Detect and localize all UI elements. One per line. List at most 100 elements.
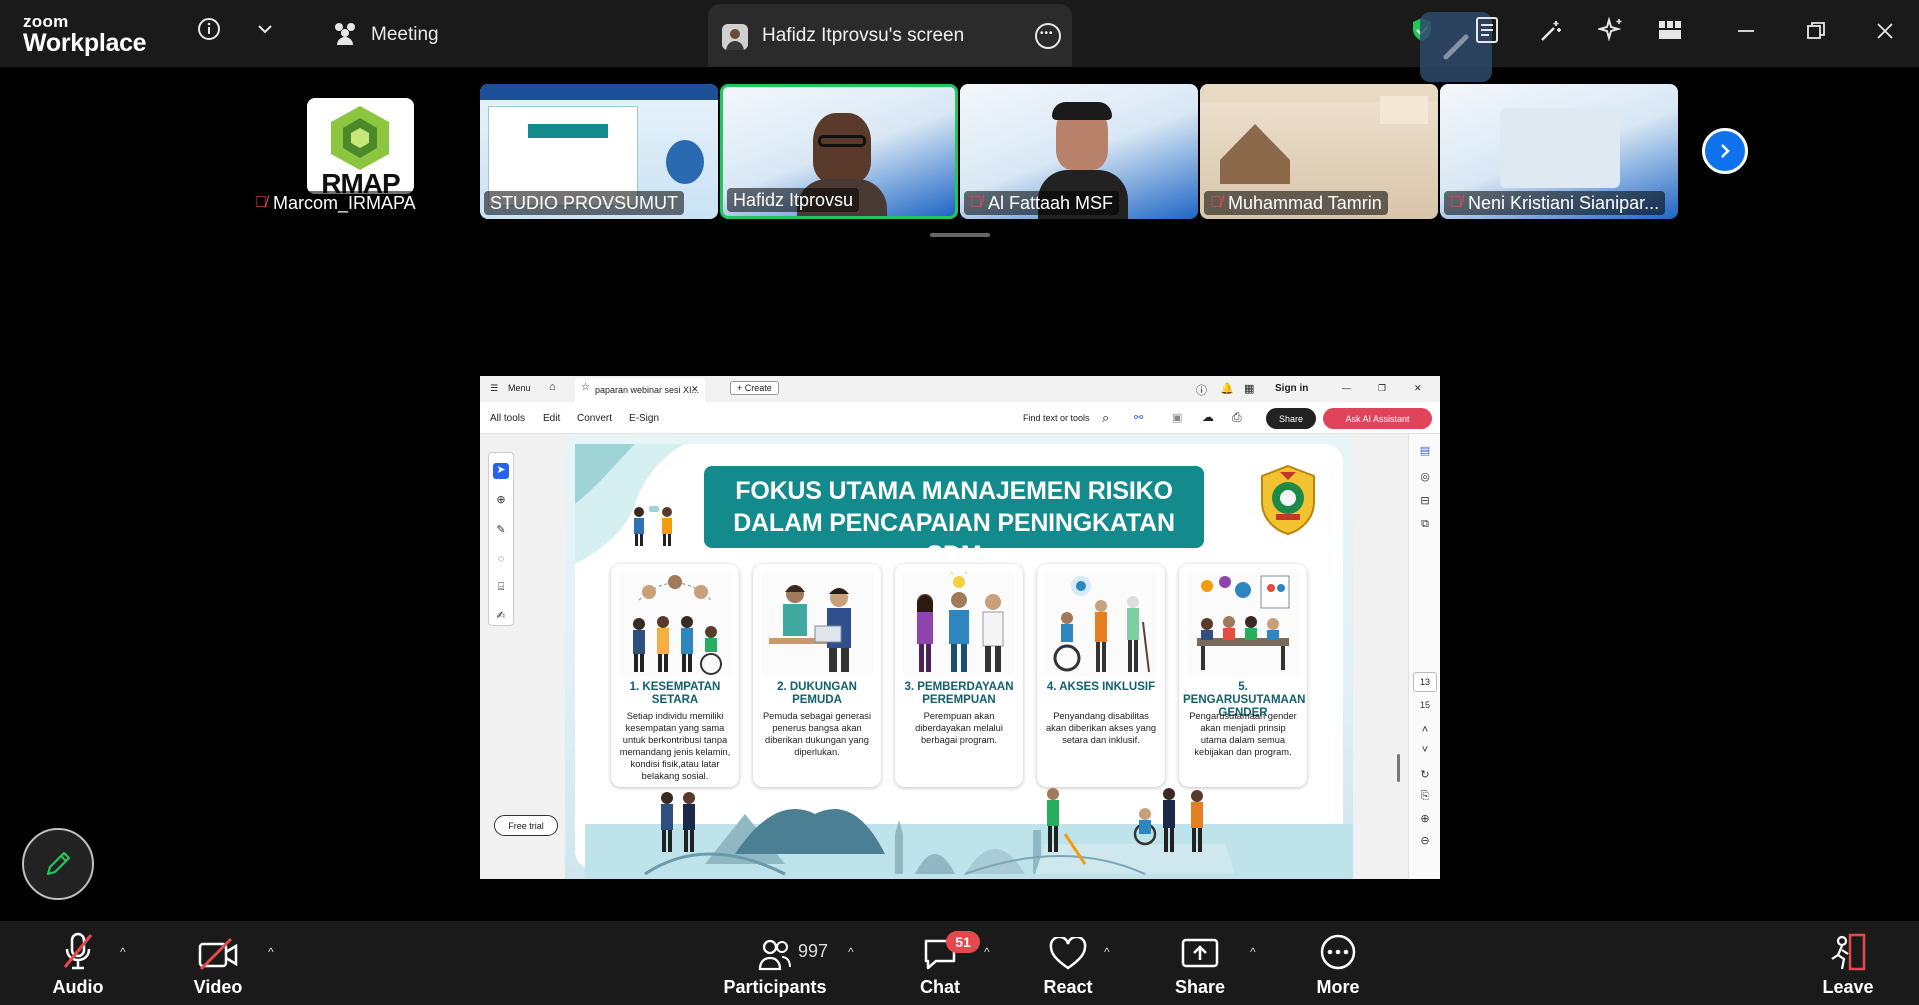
close-tab-icon[interactable]: ✕ — [691, 384, 699, 395]
lasso-icon[interactable]: ◌ — [493, 553, 509, 569]
women-empowerment-illustration-icon — [903, 572, 1015, 676]
filmstrip-resize-handle[interactable] — [930, 233, 990, 237]
slide-title: FOKUS UTAMA MANAJEMEN RISIKO DALAM PENCA… — [704, 466, 1204, 569]
create-button[interactable]: + Create — [730, 381, 779, 395]
equal-opportunity-illustration-icon — [619, 572, 731, 676]
chat-options-caret-icon[interactable]: ^ — [984, 945, 990, 959]
notes-icon[interactable] — [1474, 15, 1500, 45]
page-up-icon[interactable]: ˄ — [1417, 724, 1433, 736]
participant-tile-active-speaker[interactable]: Hafidz Itprovsu — [720, 84, 958, 219]
participant-tile[interactable]: STUDIO PROVSUMUT — [480, 84, 718, 219]
slide-title-line-1: FOKUS UTAMA MANAJEMEN RISIKO — [735, 477, 1173, 505]
page-down-icon[interactable]: ˅ — [1417, 744, 1433, 756]
share-options-caret-icon[interactable]: ^ — [1250, 945, 1256, 959]
pen-icon[interactable]: ✎ — [493, 523, 509, 539]
all-tools-menu[interactable]: All tools — [490, 413, 525, 424]
meeting-people-icon[interactable] — [330, 20, 360, 46]
hamburger-icon[interactable]: ☰ — [490, 383, 498, 394]
participant-name: STUDIO PROVSUMUT — [490, 192, 679, 213]
react-button[interactable]: React — [1036, 921, 1100, 1005]
shared-screen-content[interactable]: ☰ Menu ⌂ ☆ paparan webinar sesi XI... ✕ … — [480, 376, 1440, 879]
card-text: Perempuan akan diberdayakan melalui berb… — [915, 711, 1003, 745]
info-icon[interactable] — [196, 16, 222, 42]
participant-name-tag: 🎙̸ Neni Kristiani Sianipar... — [1444, 191, 1666, 215]
sign-icon[interactable]: ✍ — [493, 609, 509, 625]
close-icon[interactable] — [1874, 20, 1896, 42]
home-icon[interactable]: ⌂ — [549, 381, 556, 393]
search-icon[interactable]: ⌕ — [1102, 410, 1109, 426]
upload-cloud-icon[interactable]: ☁ — [1202, 410, 1214, 424]
annotate-button[interactable] — [22, 828, 94, 900]
extract-icon[interactable]: ⎘ — [1417, 790, 1433, 803]
youth-support-illustration-icon — [761, 572, 873, 676]
viewer-tab-bar: ☰ Menu ⌂ ☆ paparan webinar sesi XI... ✕ … — [480, 376, 1440, 402]
window-close-icon[interactable]: ✕ — [1414, 383, 1422, 394]
ask-ai-assistant-button[interactable]: Ask AI Assistant — [1323, 408, 1432, 429]
copy-pages-icon[interactable]: ⧉ — [1417, 518, 1433, 531]
participant-tile[interactable]: 🎙̸ Muhammad Tamrin — [1200, 84, 1438, 219]
shared-screen-pill[interactable]: Hafidz Itprovsu's screen — [708, 4, 1072, 67]
free-trial-button[interactable]: Free trial — [494, 815, 558, 836]
rotate-icon[interactable]: ↻ — [1417, 768, 1433, 781]
video-options-caret-icon[interactable]: ^ — [268, 945, 274, 959]
brand-line-2: Workplace — [23, 29, 147, 57]
card-text: Pengarusutamaan gender akan menjadi prin… — [1189, 711, 1297, 757]
minimize-icon[interactable] — [1735, 20, 1757, 42]
bell-icon[interactable]: 🔔 — [1220, 382, 1234, 395]
ai-summary-icon[interactable]: ▤ — [1417, 444, 1433, 457]
participants-icon — [758, 939, 791, 971]
window-minimize-icon[interactable]: — — [1342, 383, 1351, 393]
video-button[interactable]: Video — [186, 921, 250, 1005]
participants-label: Participants — [723, 977, 827, 997]
participants-button[interactable]: Participants — [720, 921, 830, 1005]
select-cursor-icon[interactable]: ➤ — [493, 463, 509, 479]
document-scrollbar[interactable] — [1397, 754, 1400, 782]
next-page-button[interactable] — [1702, 128, 1748, 174]
more-button[interactable]: More — [1306, 921, 1370, 1005]
apps-grid-icon[interactable]: ▦ — [1244, 382, 1254, 395]
comment-icon[interactable]: ⊕ — [493, 493, 509, 509]
share-document-button[interactable]: Share — [1266, 408, 1316, 429]
window-restore-icon[interactable]: ❐ — [1378, 383, 1386, 394]
meeting-label[interactable]: Meeting — [371, 24, 439, 46]
edit-menu[interactable]: Edit — [543, 413, 560, 424]
share-screen-button[interactable]: Share — [1168, 921, 1232, 1005]
chevron-down-icon[interactable] — [252, 16, 278, 42]
card-title: 4. AKSES INKLUSIF — [1046, 681, 1156, 693]
participant-tile[interactable]: 🎙̸ Neni Kristiani Sianipar... — [1440, 84, 1678, 219]
more-options-icon[interactable] — [1035, 23, 1061, 49]
ai-tools-icon[interactable]: ⚯ — [1134, 411, 1143, 424]
zoom-in-icon[interactable]: ⊕ — [1417, 812, 1433, 825]
participant-name: Marcom_IRMAPA — [273, 192, 416, 213]
magic-wand-icon[interactable] — [1538, 18, 1564, 44]
print-icon[interactable]: ⎙ — [1232, 410, 1242, 425]
bookmark-icon[interactable]: ⊟ — [1417, 494, 1433, 507]
find-tools-input[interactable]: Find text or tools — [1023, 413, 1090, 423]
participant-tile[interactable]: RMAP 🎙̸ Marcom_IRMAPA — [245, 84, 430, 219]
esign-menu[interactable]: E-Sign — [629, 413, 659, 424]
menu-label[interactable]: Menu — [508, 383, 531, 393]
sign-in-link[interactable]: Sign in — [1275, 383, 1308, 394]
participant-name-tag: 🎙̸ Marcom_IRMAPA — [249, 191, 422, 215]
star-icon[interactable]: ☆ — [581, 382, 590, 393]
zoom-out-icon[interactable]: ⊖ — [1417, 834, 1433, 847]
comment-bubble-icon[interactable]: ◎ — [1417, 470, 1433, 483]
audio-options-caret-icon[interactable]: ^ — [120, 945, 126, 959]
current-page-input[interactable]: 13 — [1413, 672, 1437, 692]
react-options-caret-icon[interactable]: ^ — [1104, 945, 1110, 959]
mic-muted-icon: 🎙̸ — [1210, 194, 1222, 211]
audio-button[interactable]: Audio — [46, 921, 110, 1005]
save-icon[interactable]: ▣ — [1172, 411, 1182, 424]
participant-tile[interactable]: 🎙̸ Al Fattaah MSF — [960, 84, 1198, 219]
convert-menu[interactable]: Convert — [577, 413, 612, 424]
share-screen-icon — [1181, 938, 1219, 968]
participants-options-caret-icon[interactable]: ^ — [848, 945, 854, 959]
ai-companion-icon[interactable] — [1597, 16, 1625, 44]
help-icon[interactable]: ⓘ — [1196, 382, 1207, 398]
text-select-icon[interactable]: ⌸ — [493, 581, 509, 597]
document-tab[interactable]: ☆ paparan webinar sesi XI... ✕ — [575, 378, 705, 402]
leave-button[interactable]: Leave — [1816, 921, 1880, 1005]
participant-name: Muhammad Tamrin — [1228, 192, 1382, 213]
restore-icon[interactable] — [1805, 20, 1827, 42]
gallery-view-icon[interactable] — [1657, 17, 1683, 43]
